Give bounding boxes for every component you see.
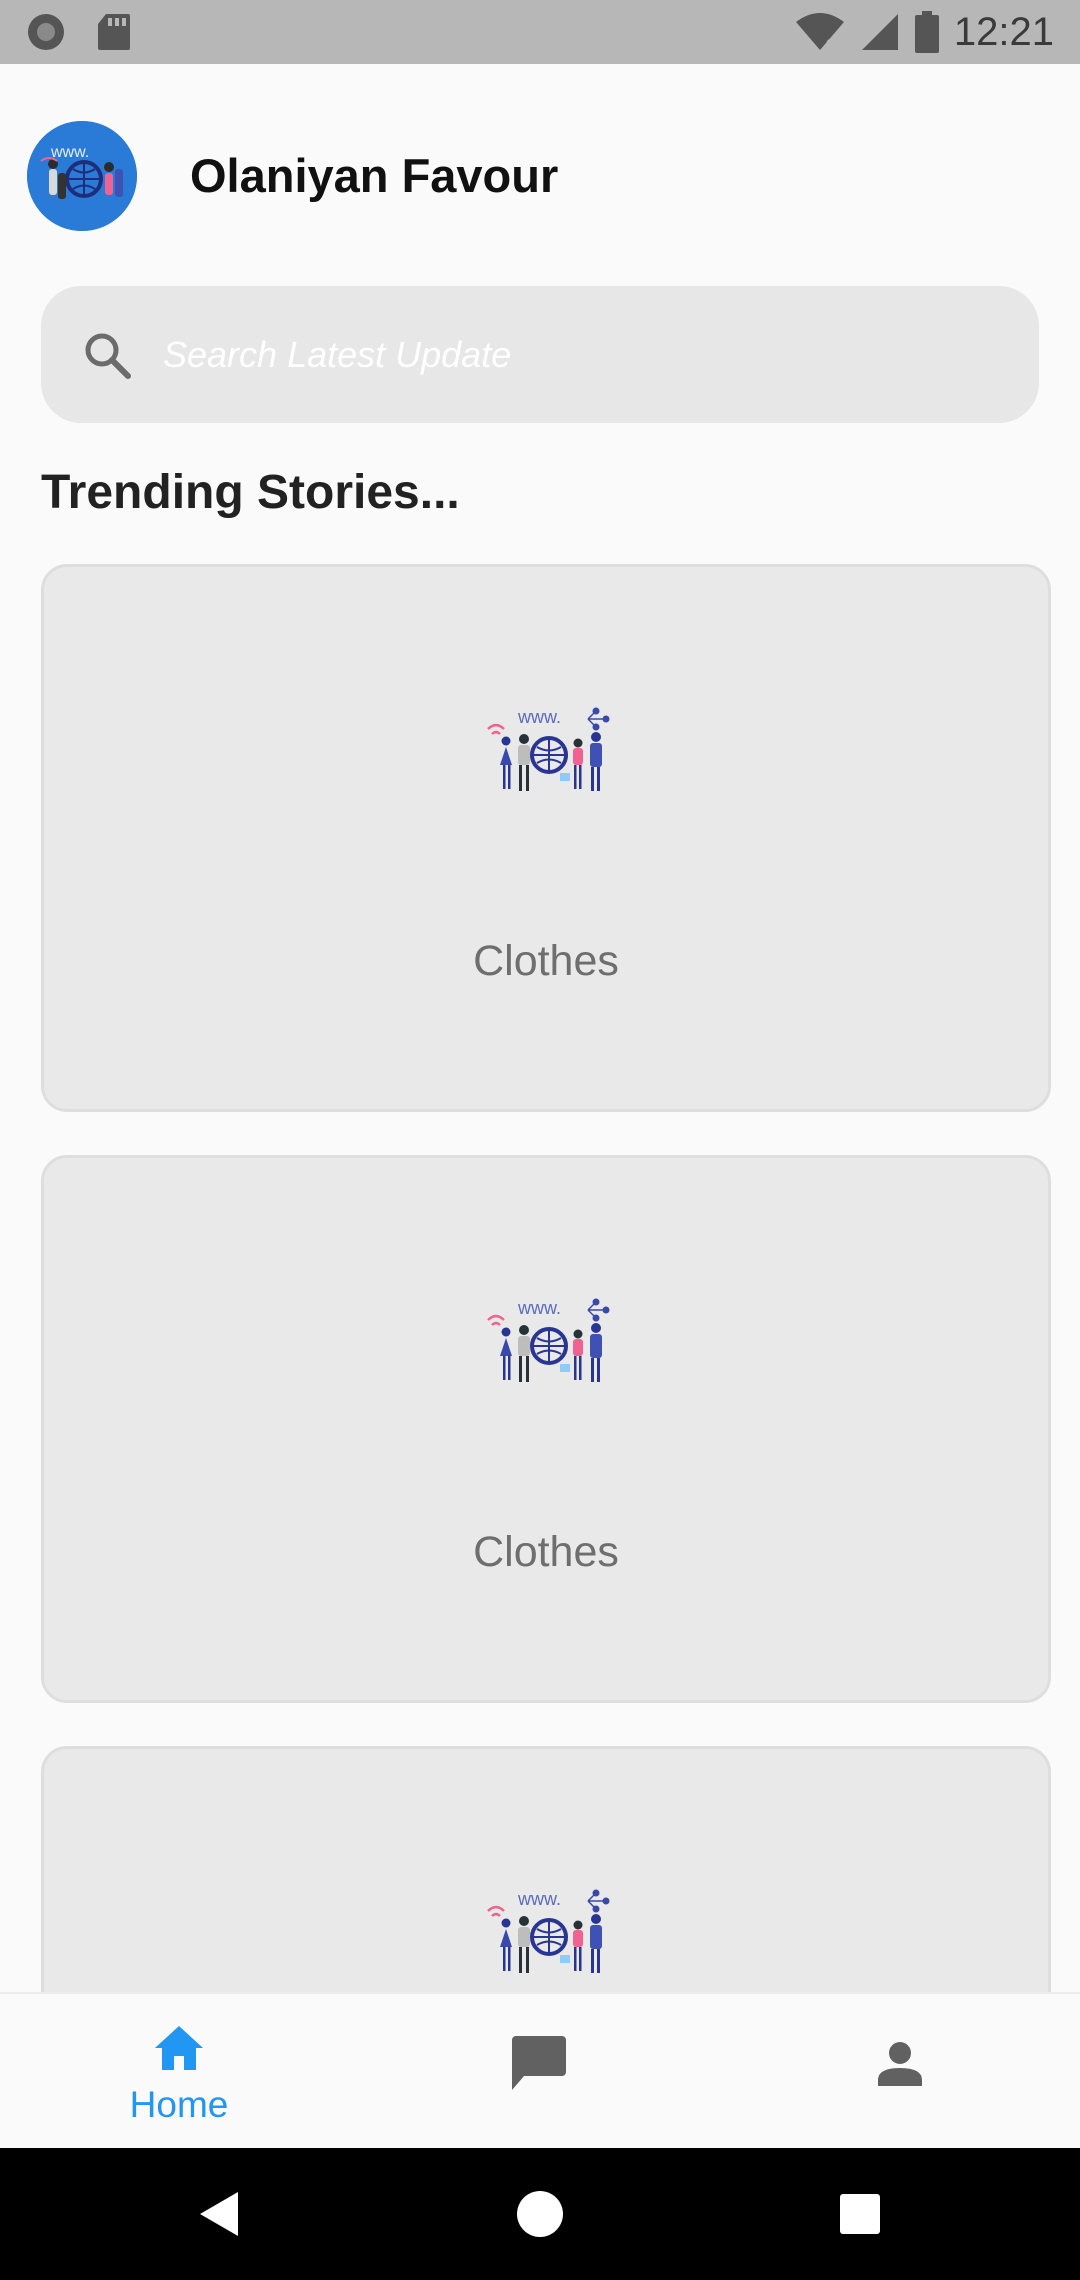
sd-card-icon [98, 14, 130, 50]
section-title: Trending Stories... [41, 466, 460, 519]
user-name: Olaniyan Favour [190, 149, 559, 202]
story-illustration-text: www. [517, 1889, 561, 1909]
nav-label-home: Home [129, 2084, 229, 2125]
status-time: 12:21 [953, 9, 1054, 54]
bottom-nav: Home [0, 1992, 1080, 2148]
battery-icon [914, 11, 939, 53]
status-right: 12:21 [794, 10, 1054, 55]
avatar-illustration: www. [27, 121, 137, 231]
record-icon [28, 14, 64, 50]
story-card[interactable]: www. Clothes [41, 1155, 1051, 1703]
recents-icon[interactable] [830, 2184, 890, 2244]
story-card[interactable]: www. Clothes [41, 564, 1051, 1112]
search-icon [85, 333, 131, 379]
avatar-text: www. [50, 144, 89, 161]
home-icon [155, 2026, 203, 2070]
story-illustration: www. [487, 707, 610, 791]
status-bar: 12:21 [0, 0, 1080, 64]
system-nav-bar [0, 2148, 1080, 2280]
story-illustration: www. [487, 1889, 610, 1973]
story-label: Clothes [473, 937, 619, 985]
search-input[interactable] [161, 332, 985, 377]
back-icon[interactable] [190, 2184, 250, 2244]
screen: 12:21 www. Olaniyan Favour Search Latest… [0, 0, 1080, 2280]
profile-icon [878, 2042, 922, 2086]
story-label: Clothes [473, 1528, 619, 1576]
nav-item-home[interactable]: Home [79, 1994, 279, 2148]
nav-item-messages[interactable] [440, 1994, 640, 2148]
status-left [26, 12, 132, 52]
nav-item-profile[interactable] [800, 1994, 1000, 2148]
story-illustration: www. [487, 1298, 610, 1382]
wifi-icon [795, 13, 844, 52]
app-header: www. Olaniyan Favour [0, 118, 1080, 232]
story-illustration-text: www. [517, 1298, 561, 1318]
avatar[interactable]: www. [27, 121, 137, 231]
chat-icon [512, 2036, 566, 2090]
home-circle-icon[interactable] [510, 2184, 570, 2244]
cell-signal-icon [861, 14, 898, 50]
search-bar[interactable] [41, 286, 1039, 423]
story-illustration-text: www. [517, 707, 561, 727]
